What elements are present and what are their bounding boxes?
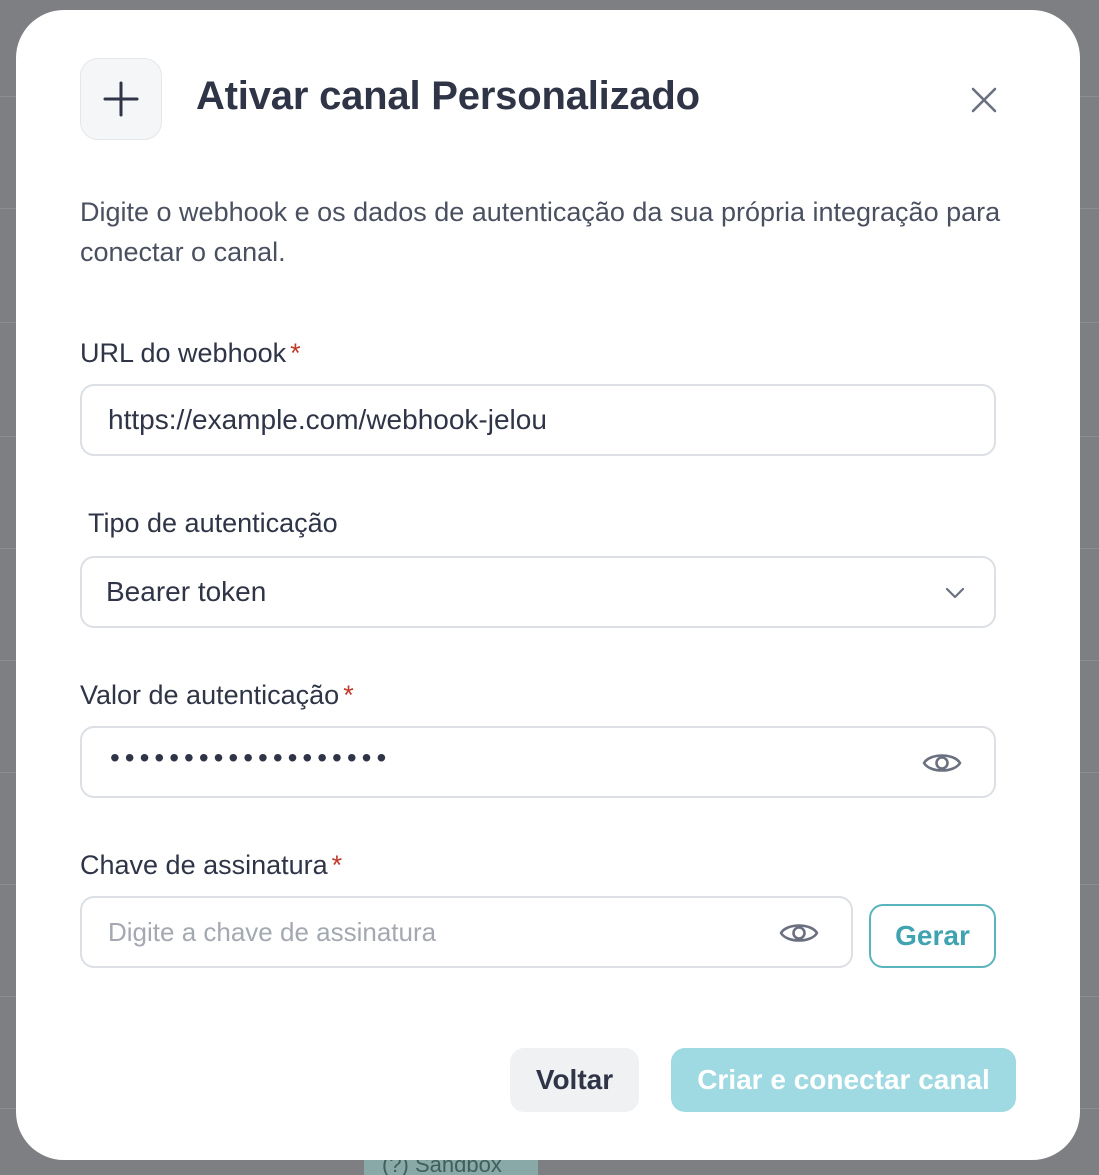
auth-type-select[interactable]: Bearer token <box>80 556 996 628</box>
generate-button[interactable]: Gerar <box>869 904 996 968</box>
signature-key-field[interactable] <box>80 896 853 968</box>
webhook-url-input[interactable] <box>108 386 968 454</box>
header-icon-box <box>80 58 162 140</box>
eye-icon[interactable] <box>779 918 819 948</box>
required-mark: * <box>331 850 343 880</box>
plus-icon <box>103 81 139 117</box>
auth-value-masked-input[interactable]: ••••••••••••••••••• <box>110 742 391 774</box>
auth-type-label: Tipo de autenticação <box>88 508 338 538</box>
auth-value-field[interactable]: ••••••••••••••••••• <box>80 726 996 798</box>
required-mark: * <box>343 680 354 710</box>
signature-key-input[interactable] <box>108 898 748 966</box>
create-connect-channel-button[interactable]: Criar e conectar canal <box>671 1048 1016 1112</box>
webhook-url-label-text: URL do webhook <box>80 338 287 368</box>
webhook-url-label: URL do webhook * <box>80 338 301 369</box>
signature-key-label: Chave de assinatura * <box>80 850 342 881</box>
close-icon <box>971 87 997 113</box>
modal-description: Digite o webhook e os dados de autentica… <box>80 197 1001 267</box>
webhook-url-field[interactable] <box>80 384 996 456</box>
required-mark: * <box>290 338 301 368</box>
auth-value-label: Valor de autenticação * <box>80 680 354 711</box>
signature-key-label-text: Chave de assinatura <box>80 850 328 880</box>
modal-title: Ativar canal Personalizado <box>196 74 700 118</box>
close-button[interactable] <box>966 82 1002 118</box>
auth-type-selected-value: Bearer token <box>106 576 267 607</box>
chevron-down-icon <box>945 587 965 599</box>
eye-icon[interactable] <box>922 748 962 778</box>
activate-channel-modal: Ativar canal Personalizado Digite o webh… <box>16 10 1080 1160</box>
back-button[interactable]: Voltar <box>510 1048 639 1112</box>
auth-value-label-text: Valor de autenticação <box>80 680 340 710</box>
